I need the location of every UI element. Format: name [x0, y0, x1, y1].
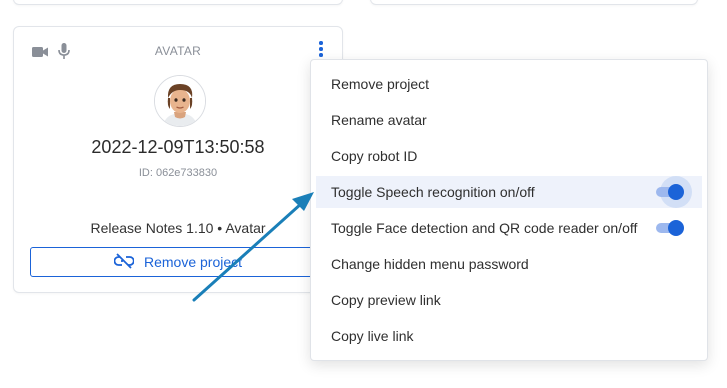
project-id: ID: 062e733830: [138, 167, 218, 179]
menu-item-label: Copy live link: [331, 328, 414, 344]
project-card-above-left: [13, 0, 343, 5]
menu-item-copy-robot-id[interactable]: Copy robot ID: [316, 140, 702, 172]
remove-project-button[interactable]: Remove project: [30, 247, 326, 277]
project-card-above-right: [370, 0, 698, 5]
menu-item-label: Toggle Face detection and QR code reader…: [331, 220, 638, 236]
more-vert-icon[interactable]: [314, 40, 328, 58]
menu-item-toggle-face-detection[interactable]: Toggle Face detection and QR code reader…: [316, 212, 702, 244]
release-notes-label: Release Notes 1.10 • Avatar: [90, 220, 266, 236]
menu-item-label: Remove project: [331, 76, 430, 92]
remove-project-label: Remove project: [143, 254, 243, 270]
menu-item-change-hidden-menu-password[interactable]: Change hidden menu password: [316, 248, 702, 280]
menu-item-copy-live-link[interactable]: Copy live link: [316, 320, 702, 352]
menu-item-label: Copy preview link: [331, 292, 441, 308]
project-context-menu: Remove project Rename avatar Copy robot …: [310, 59, 708, 361]
menu-item-label: Change hidden menu password: [331, 256, 529, 272]
link-off-icon: [113, 252, 135, 272]
project-title: 2022-12-09T13:50:58: [91, 137, 265, 157]
menu-item-rename-avatar[interactable]: Rename avatar: [316, 104, 702, 136]
project-type-label: AVATAR: [154, 44, 202, 58]
menu-item-label: Copy robot ID: [331, 148, 418, 164]
menu-item-copy-preview-link[interactable]: Copy preview link: [316, 284, 702, 316]
menu-item-remove-project[interactable]: Remove project: [316, 68, 702, 100]
avatar: [154, 75, 206, 127]
menu-item-label: Rename avatar: [331, 112, 427, 128]
menu-item-label: Toggle Speech recognition on/off: [331, 184, 535, 200]
speech-recognition-toggle[interactable]: [656, 176, 692, 208]
project-card: AVATAR 2022-12-09T13:50:58 ID: 062e73383…: [13, 26, 343, 293]
menu-item-toggle-speech-recognition[interactable]: Toggle Speech recognition on/off: [316, 176, 702, 208]
face-detection-toggle[interactable]: [656, 220, 684, 236]
